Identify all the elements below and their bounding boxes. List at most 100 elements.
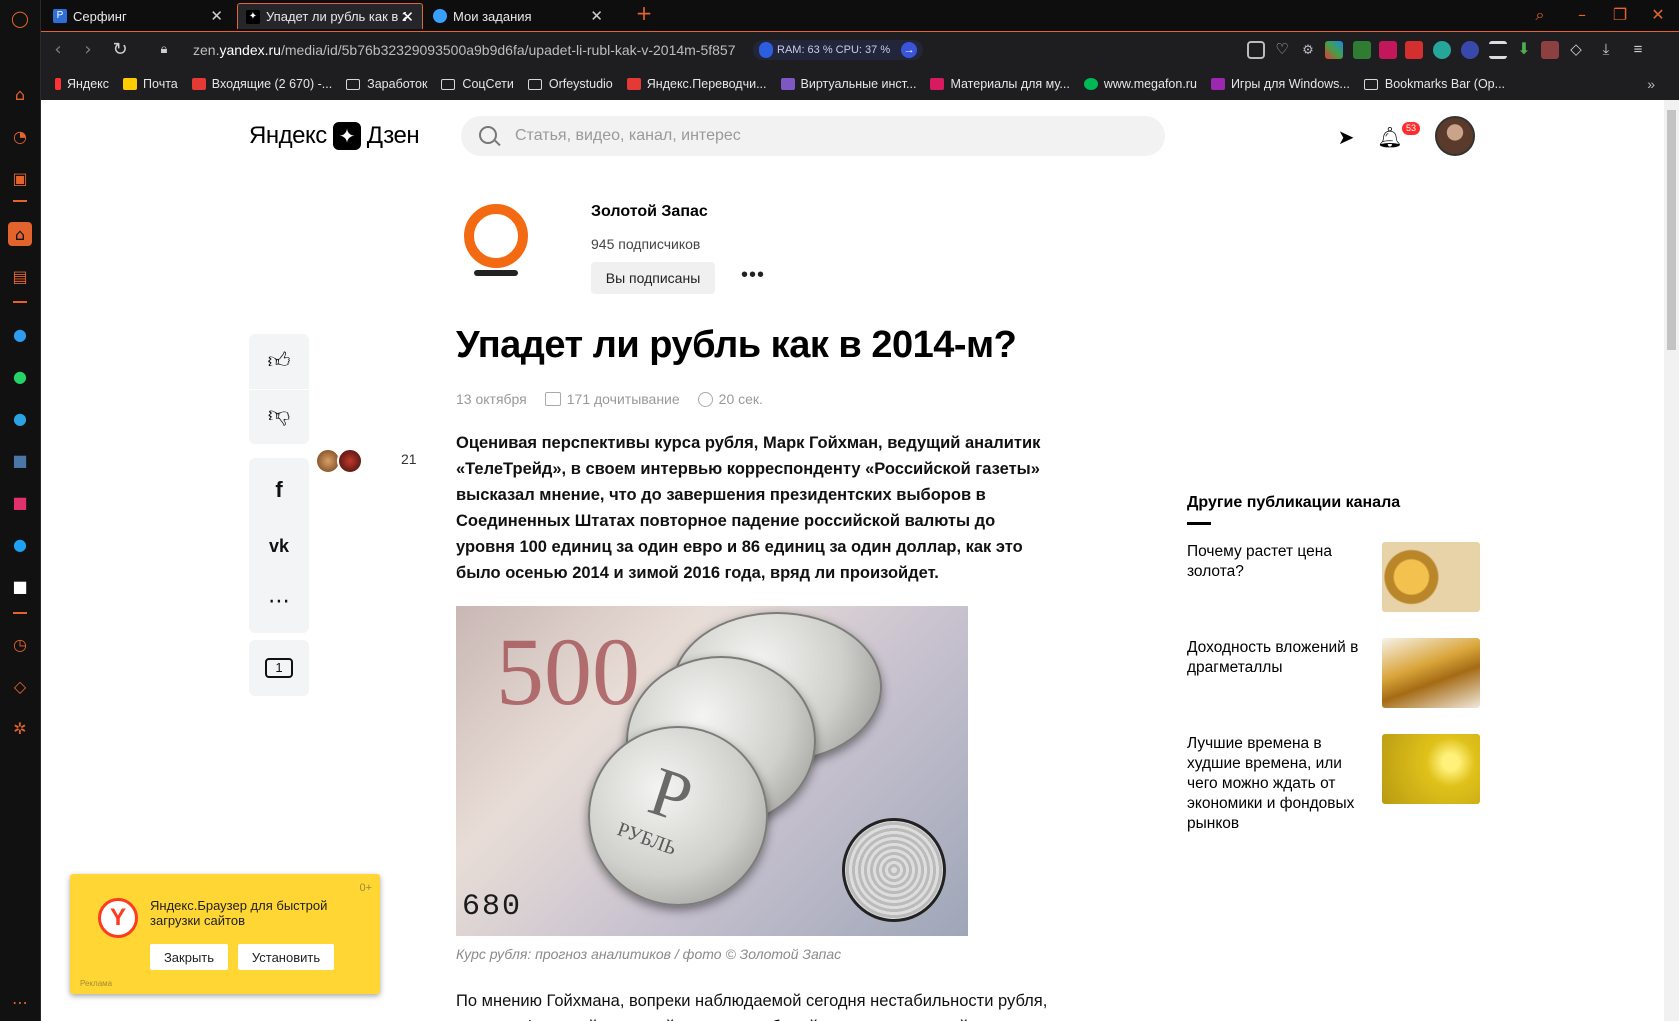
user-avatar[interactable] <box>1435 116 1475 156</box>
rocket-icon <box>759 42 773 58</box>
age-rating: 0+ <box>359 882 372 894</box>
download-extension-icon[interactable]: ⬇ <box>1515 41 1533 59</box>
new-tab-button[interactable]: + <box>633 2 655 24</box>
folder-icon <box>527 78 542 90</box>
publication-item[interactable]: Лучшие времена в худшие времена, или чег… <box>1187 734 1483 834</box>
extensions-icon[interactable]: ◇ <box>8 674 32 698</box>
bookmark-virtual-instruments[interactable]: Виртуальные инст... <box>780 77 916 91</box>
extension-icon[interactable] <box>1461 41 1479 59</box>
bookmark-games[interactable]: Игры для Windows... <box>1210 77 1350 91</box>
tab-my-tasks[interactable]: Мои задания ✕ <box>425 3 611 29</box>
instagram-icon[interactable]: ■ <box>8 490 32 514</box>
article-image[interactable]: 500 Р РУБЛЬ 680 <box>456 606 968 936</box>
search-tabs-icon[interactable]: ⌕ <box>1529 4 1551 26</box>
tab-serfing[interactable]: P Серфинг ✕ <box>45 3 231 29</box>
extension-icon[interactable] <box>1379 41 1397 59</box>
game-icon[interactable]: ▤ <box>8 264 32 288</box>
telegram-icon[interactable]: ● <box>8 406 32 430</box>
extension-off-icon[interactable] <box>1405 41 1423 59</box>
publication-title: Лучшие времена в худшие времена, или чег… <box>1187 735 1355 832</box>
extension-icon[interactable] <box>1325 41 1343 59</box>
menu-icon[interactable]: ≡ <box>1629 41 1647 59</box>
twitter-icon[interactable]: ● <box>8 532 32 556</box>
comments-button[interactable]: 1 <box>249 642 309 694</box>
search-input[interactable] <box>515 116 1135 156</box>
close-window-button[interactable]: ✕ <box>1647 4 1669 26</box>
bookmark-inbox[interactable]: Входящие (2 670) -... <box>191 77 332 91</box>
chevron-double-right-icon[interactable]: » <box>1647 76 1655 92</box>
tab-article[interactable]: ✦ Упадет ли рубль как в 2014-м? ✕ <box>237 3 423 29</box>
title-underline <box>1187 522 1211 525</box>
more-icon[interactable]: ⋯ <box>8 990 32 1014</box>
bookmark-megafon[interactable]: www.megafon.ru <box>1083 77 1197 91</box>
dislike-button[interactable]: 👎︎ <box>249 390 309 442</box>
arrow-right-icon: → <box>901 42 918 58</box>
install-button[interactable]: Установить <box>238 944 334 970</box>
image-caption: Курс рубля: прогноз аналитиков / фото © … <box>456 946 842 962</box>
channel-subscribers: 945 подписчиков <box>591 236 701 252</box>
bookmark-label: Почта <box>143 77 178 91</box>
reload-button[interactable]: ↻ <box>109 39 131 61</box>
bookmark-folder-bookmarks-bar[interactable]: Bookmarks Bar (Op... <box>1363 77 1505 91</box>
close-icon[interactable]: ✕ <box>401 8 414 26</box>
channel-name[interactable]: Золотой Запас <box>591 203 708 221</box>
more-options-button[interactable]: ••• <box>741 264 765 287</box>
publication-thumbnail <box>1382 542 1480 612</box>
whatsapp-icon[interactable]: ● <box>8 364 32 388</box>
yandex-icon <box>55 78 61 90</box>
bookmark-folder-social[interactable]: СоцСети <box>441 77 514 91</box>
back-button[interactable]: ‹ <box>47 39 69 61</box>
discord-icon[interactable]: ■ <box>8 574 32 598</box>
home-icon[interactable]: ⌂ <box>8 222 32 246</box>
bookmark-mail[interactable]: Почта <box>123 77 178 91</box>
speed-dial-icon[interactable]: ◔ <box>8 124 32 148</box>
bookmark-yandex[interactable]: Яндекс <box>55 77 109 91</box>
camera-icon[interactable] <box>1247 41 1265 59</box>
bookmark-translator[interactable]: Яндекс.Переводчи... <box>626 77 767 91</box>
zen-logo[interactable]: Яндекс ✦ Дзен <box>249 122 420 150</box>
scrollbar-thumb[interactable] <box>1667 110 1676 350</box>
close-icon[interactable]: ✕ <box>590 7 603 25</box>
extension-icon[interactable] <box>1433 41 1451 59</box>
history-icon[interactable]: ◷ <box>8 632 32 656</box>
subscribe-button[interactable]: Вы подписаны <box>591 262 715 294</box>
heart-icon[interactable]: ♡ <box>1273 41 1291 59</box>
cube-icon[interactable]: ◇ <box>1567 41 1585 59</box>
like-button[interactable]: 👍︎ <box>249 336 309 388</box>
extension-icon[interactable] <box>1541 41 1559 59</box>
send-icon[interactable]: ➤ <box>1333 124 1359 150</box>
channel-logo[interactable] <box>456 196 536 276</box>
downloads-icon[interactable]: ⤓ <box>1597 41 1615 59</box>
extension-icon[interactable] <box>1353 41 1371 59</box>
restore-button[interactable]: ❐ <box>1609 4 1631 26</box>
opera-logo-icon[interactable]: ◯ <box>8 6 32 30</box>
browser-ad-popup: Y Яндекс.Браузер для быстрой загрузки са… <box>70 874 380 994</box>
publication-item[interactable]: Доходность вложений в драгметаллы <box>1187 638 1483 708</box>
bookmark-folder-earnings[interactable]: Заработок <box>346 77 427 91</box>
performance-meter[interactable]: RAM: 63 % CPU: 37 % → <box>753 40 924 60</box>
close-ad-button[interactable]: Закрыть <box>150 944 228 970</box>
forward-button[interactable]: › <box>77 39 99 61</box>
bookmark-materials[interactable]: Материалы для му... <box>930 77 1070 91</box>
facebook-share-button[interactable]: f <box>249 464 309 516</box>
more-share-button[interactable]: ⋯ <box>249 576 309 628</box>
publication-item[interactable]: Почему растет цена золота? <box>1187 542 1483 612</box>
minimize-button[interactable]: – <box>1571 4 1593 26</box>
scrollbar[interactable] <box>1664 100 1679 1021</box>
vk-icon[interactable]: ■ <box>8 448 32 472</box>
vk-share-button[interactable]: vk <box>249 520 309 572</box>
twitch-icon[interactable]: ▣ <box>8 166 32 190</box>
sliders-icon[interactable]: ⚙ <box>1299 41 1317 59</box>
messenger-icon[interactable]: ● <box>8 322 32 346</box>
likers-avatars[interactable] <box>315 448 369 474</box>
tab-strip: P Серфинг ✕ ✦ Упадет ли рубль как в 2014… <box>41 0 1679 31</box>
extension-icon[interactable] <box>1489 41 1507 59</box>
close-icon[interactable]: ✕ <box>210 7 223 25</box>
ad-label: Реклама <box>80 979 113 988</box>
reads-label: 171 дочитывание <box>566 391 680 407</box>
settings-icon[interactable]: ✲ <box>8 716 32 740</box>
bell-icon[interactable]: 🔔︎ <box>1377 124 1403 150</box>
gamepad-icon[interactable]: ⌂ <box>8 82 32 106</box>
url-field[interactable]: zen.yandex.ru/media/id/5b76b32329093500a… <box>193 42 736 58</box>
bookmark-folder-orfeystudio[interactable]: Orfeystudio <box>527 77 613 91</box>
